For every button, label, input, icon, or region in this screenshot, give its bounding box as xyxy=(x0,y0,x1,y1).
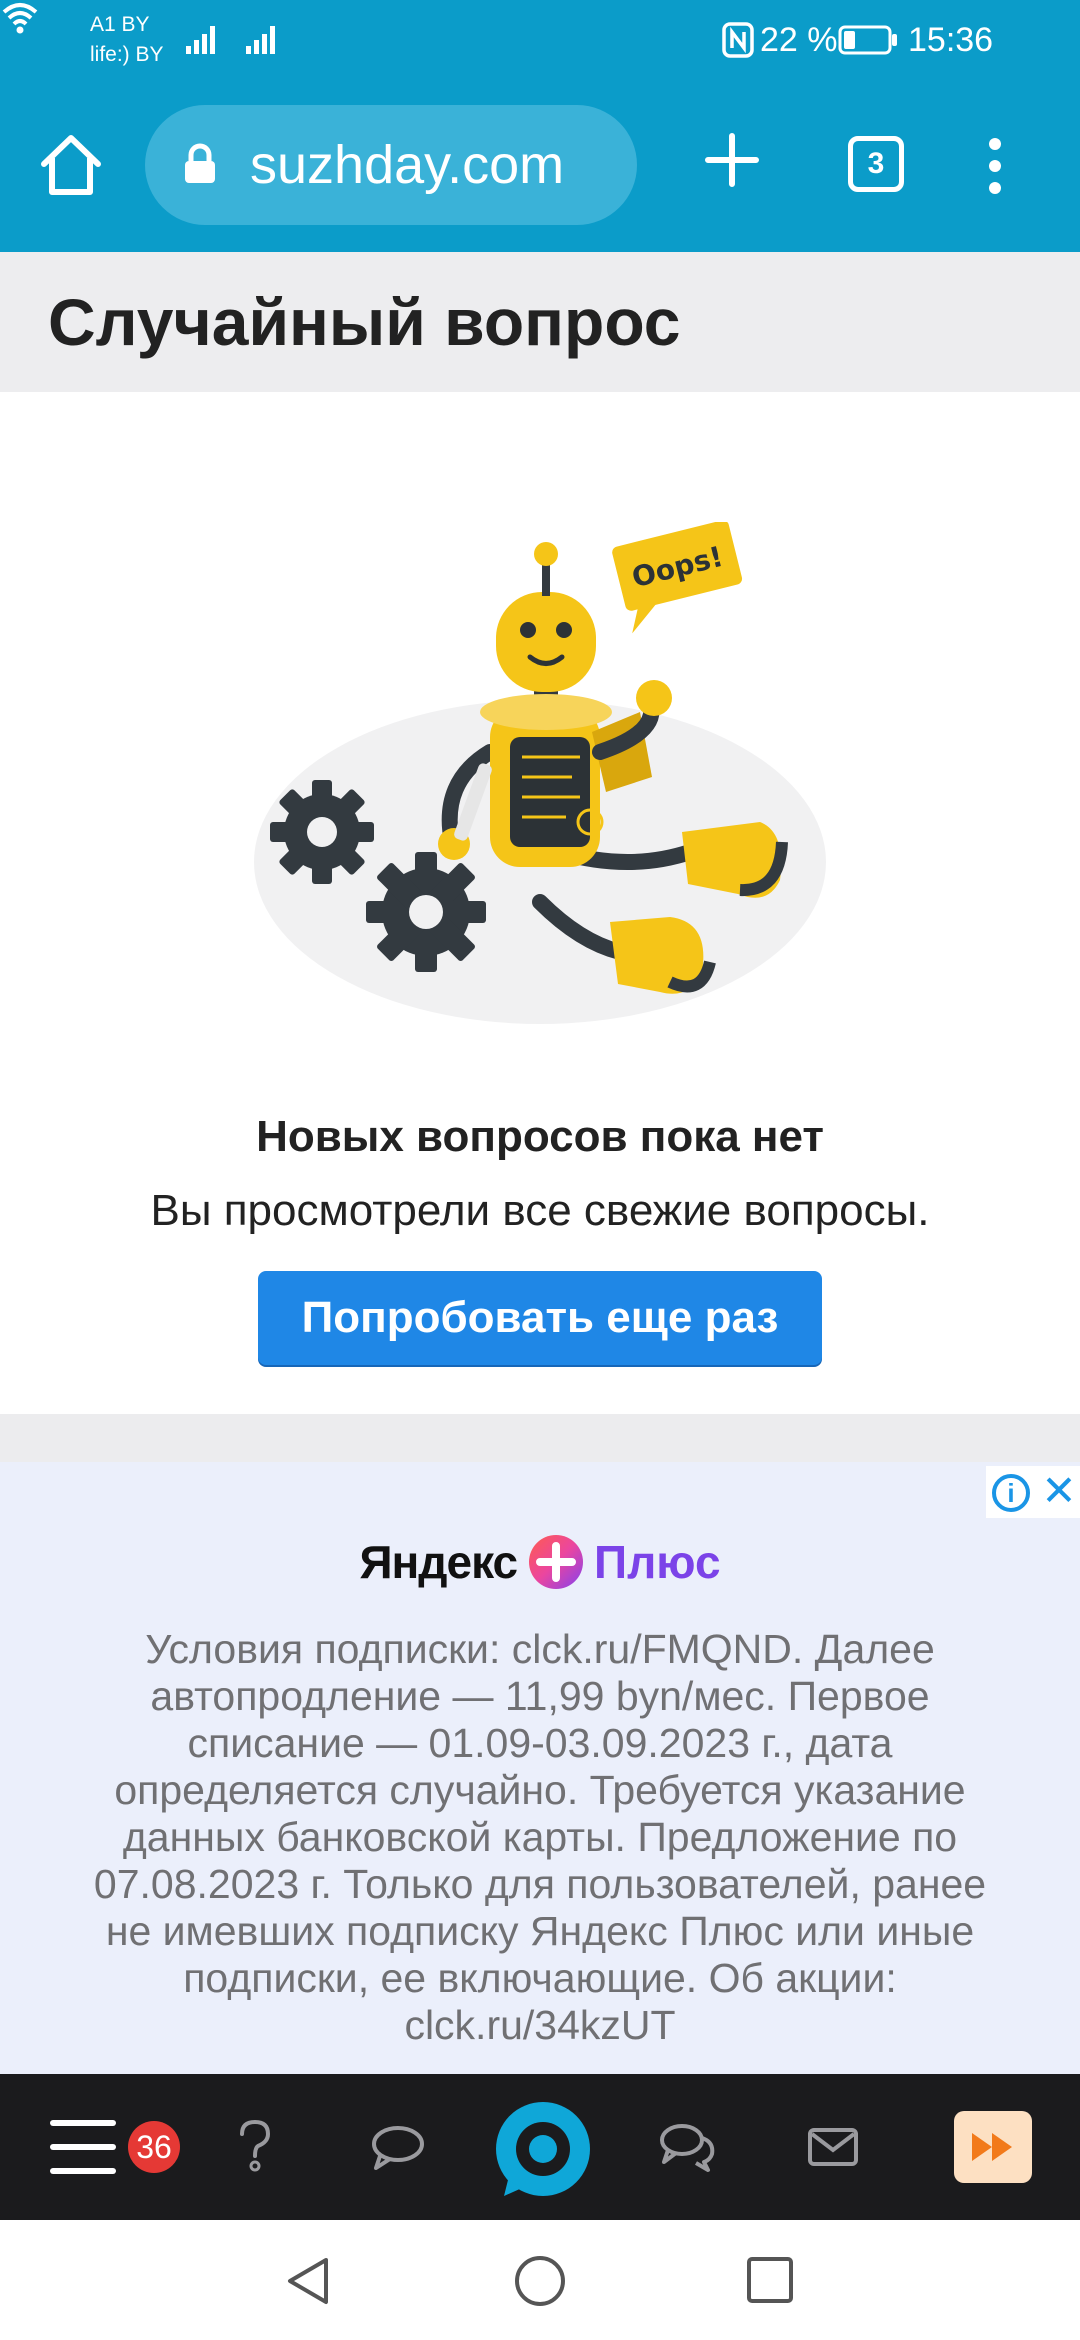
home-icon[interactable] xyxy=(513,2254,567,2308)
logo-icon[interactable] xyxy=(494,2100,592,2198)
empty-state-card: Oops! Новых вопросов пока нет Вы просмот… xyxy=(0,392,1080,1414)
mail-icon[interactable] xyxy=(808,2128,858,2166)
address-bar[interactable]: suzhday.com xyxy=(145,105,637,225)
ad-banner[interactable]: i ✕ Яндекс Плюс Условия подписки: clck.r… xyxy=(0,1462,1080,2074)
signal-icon xyxy=(186,26,215,54)
question-icon[interactable] xyxy=(236,2118,274,2174)
nfc-icon xyxy=(722,22,754,58)
battery-icon xyxy=(838,25,897,55)
lock-icon xyxy=(185,143,215,183)
site-bottom-nav: 36 xyxy=(0,2074,1080,2220)
carrier-labels: A1 BY life:) BY xyxy=(90,10,164,70)
page-header: Случайный вопрос xyxy=(0,252,1080,392)
empty-state-subtitle: Вы просмотрели все свежие вопросы. xyxy=(150,1186,930,1235)
tabs-button[interactable]: 3 xyxy=(848,136,904,192)
home-icon[interactable] xyxy=(36,130,106,200)
carrier-2: life:) BY xyxy=(90,43,164,66)
clock: 15:36 xyxy=(908,21,994,59)
plus-logo-icon xyxy=(528,1535,583,1589)
ad-close-icon[interactable]: ✕ xyxy=(1040,1470,1078,1512)
comment-icon[interactable] xyxy=(370,2124,426,2172)
brand-plus: Плюс xyxy=(594,1536,721,1588)
recents-icon[interactable] xyxy=(746,2256,794,2304)
more-icon[interactable] xyxy=(980,136,1010,196)
page-title: Случайный вопрос xyxy=(48,285,681,359)
empty-state-title: Новых вопросов пока нет xyxy=(256,1112,824,1161)
browser-top-bar: A1 BY life:) BY 22 % 15:36 suzhday.com 3 xyxy=(0,0,1080,252)
brand-yandex: Яндекс xyxy=(359,1536,518,1588)
system-nav-bar xyxy=(0,2220,1080,2340)
fast-forward-icon xyxy=(972,2133,1012,2161)
chat-icon[interactable] xyxy=(658,2122,718,2174)
ad-brand: Яндекс Плюс xyxy=(0,1534,1080,1606)
fast-forward-button[interactable] xyxy=(954,2111,1032,2183)
retry-button[interactable]: Попробовать еще раз xyxy=(258,1271,822,1365)
gear-icon xyxy=(366,852,486,972)
new-tab-button[interactable] xyxy=(702,130,762,190)
back-icon[interactable] xyxy=(282,2254,334,2308)
signal-icon xyxy=(246,26,275,54)
section-divider xyxy=(0,1414,1080,1462)
status-bar: A1 BY life:) BY 22 % 15:36 xyxy=(0,0,1080,84)
carrier-1: A1 BY xyxy=(90,13,150,36)
url-text[interactable]: suzhday.com xyxy=(250,133,564,197)
notification-badge: 36 xyxy=(128,2121,180,2173)
gear-icon xyxy=(270,780,374,884)
wifi-icon xyxy=(2,3,38,34)
ad-terms-text: Условия подписки: clck.ru/FMQND. Далее а… xyxy=(93,1626,987,2048)
ad-info-icon[interactable]: i xyxy=(992,1474,1030,1512)
oops-robot-illustration: Oops! xyxy=(254,522,826,1024)
menu-icon[interactable] xyxy=(50,2120,116,2174)
battery-percent: 22 % xyxy=(760,21,838,59)
ad-controls: i ✕ xyxy=(986,1466,1080,1518)
